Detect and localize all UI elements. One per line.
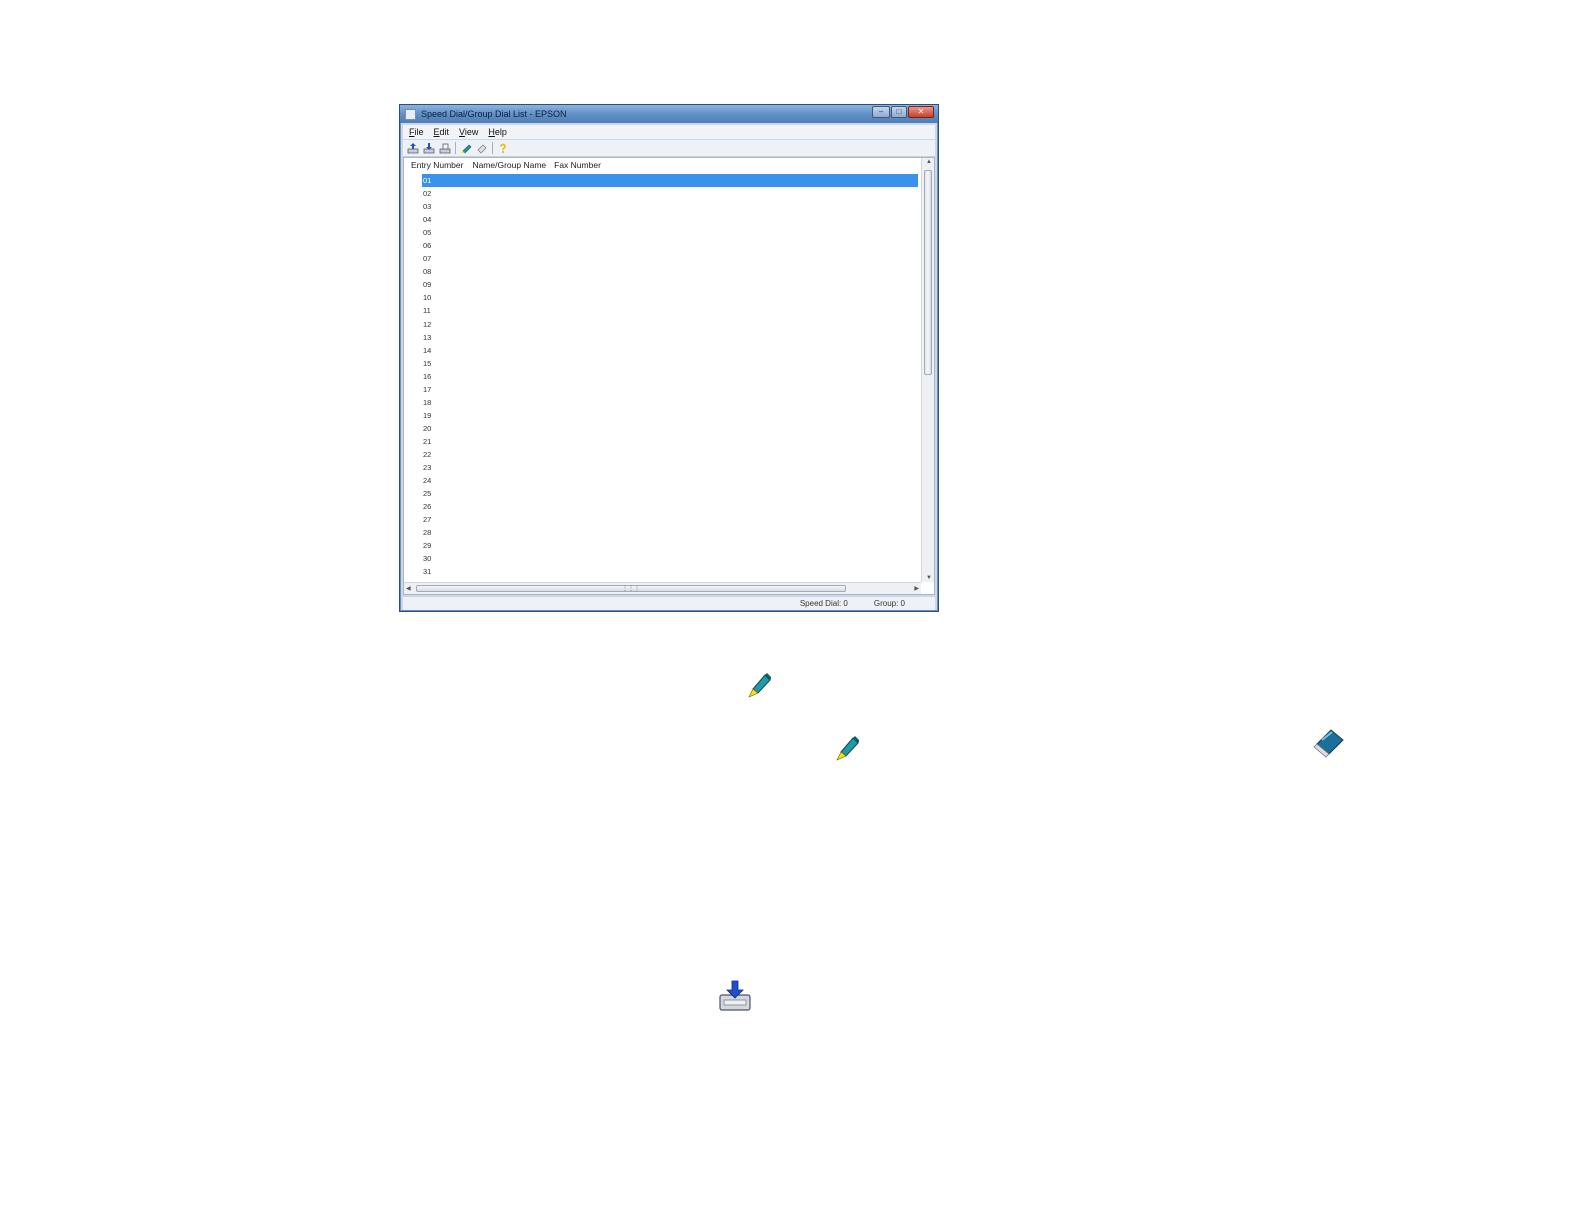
menu-help-label: elp — [494, 127, 507, 137]
horizontal-scrollbar[interactable]: ◀ ⋮⋮⋮ ▶ — [404, 582, 921, 594]
list-item[interactable]: 07 — [422, 252, 918, 265]
list-item[interactable]: 05 — [422, 226, 918, 239]
list-item[interactable]: 15 — [422, 357, 918, 370]
list-item[interactable]: 16 — [422, 370, 918, 383]
list-header: Entry Number Name/Group Name Fax Number — [404, 158, 920, 172]
window-title: Speed Dial/Group Dial List - EPSON — [421, 109, 567, 119]
tray-download-icon — [423, 142, 434, 153]
menu-view-label: iew — [464, 127, 479, 137]
vertical-scroll-thumb[interactable] — [924, 170, 932, 375]
scroll-down-arrow-icon[interactable]: ▼ — [926, 575, 932, 581]
menu-file[interactable]: File — [409, 127, 424, 137]
scroll-right-arrow-icon[interactable]: ▶ — [914, 585, 919, 592]
list-item[interactable]: 08 — [422, 265, 918, 278]
download-button[interactable] — [422, 142, 435, 154]
list-item[interactable]: 02 — [422, 187, 918, 200]
minimize-button[interactable]: – — [872, 106, 890, 118]
list-item[interactable]: 22 — [422, 448, 918, 461]
maximize-button[interactable]: □ — [891, 106, 907, 118]
horizontal-scroll-thumb[interactable]: ⋮⋮⋮ — [416, 585, 846, 592]
list-item[interactable]: 04 — [422, 213, 918, 226]
tray-download-icon — [719, 980, 751, 1011]
vertical-scrollbar[interactable]: ▲ ▼ — [921, 158, 934, 582]
list-item[interactable]: 30 — [422, 552, 918, 565]
list-item[interactable]: 03 — [422, 200, 918, 213]
help-button[interactable] — [496, 142, 509, 154]
save-button[interactable] — [438, 142, 451, 154]
upload-button[interactable] — [406, 142, 419, 154]
list-item[interactable]: 17 — [422, 383, 918, 396]
eraser-icon — [477, 144, 486, 153]
group-count: Group: 0 — [873, 599, 905, 608]
window-controls: – □ ✕ — [872, 106, 934, 118]
list-item[interactable]: 11 — [422, 304, 918, 317]
list-item[interactable]: 18 — [422, 396, 918, 409]
list-rows: 01 02 03 04 05 06 07 08 09 10 11 12 13 14 15 16 17 18 19 20… — [422, 174, 918, 578]
speed-dial-count: Speed Dial: 0 — [799, 599, 848, 608]
close-button[interactable]: ✕ — [908, 106, 934, 118]
pencil-icon — [748, 673, 771, 698]
list-item[interactable]: 28 — [422, 526, 918, 539]
list-item[interactable]: 01 — [422, 174, 918, 188]
status-bar: Speed Dial: 0 Group: 0 — [403, 597, 935, 610]
column-header-entry-number[interactable]: Entry Number — [411, 160, 463, 170]
pencil-icon — [460, 144, 471, 153]
column-header-fax-number[interactable]: Fax Number — [554, 160, 601, 170]
list-item[interactable]: 09 — [422, 278, 918, 291]
list-item[interactable]: 24 — [422, 474, 918, 487]
tray-save-icon — [439, 143, 450, 153]
column-header-name[interactable]: Name/Group Name — [472, 160, 546, 170]
dial-list[interactable]: Entry Number Name/Group Name Fax Number … — [403, 157, 935, 595]
menu-file-label: ile — [414, 127, 424, 137]
list-item[interactable]: 21 — [422, 435, 918, 448]
list-item[interactable]: 26 — [422, 500, 918, 513]
list-item[interactable]: 13 — [422, 331, 918, 344]
list-item[interactable]: 25 — [422, 487, 918, 500]
help-icon — [499, 143, 506, 153]
list-item[interactable]: 14 — [422, 344, 918, 357]
list-item[interactable]: 10 — [422, 291, 918, 304]
title-bar[interactable]: Speed Dial/Group Dial List - EPSON – □ ✕ — [400, 105, 938, 123]
list-item[interactable]: 20 — [422, 422, 918, 435]
list-item[interactable]: 06 — [422, 239, 918, 252]
scroll-up-arrow-icon[interactable]: ▲ — [926, 159, 932, 165]
toolbar — [403, 140, 935, 157]
menu-edit[interactable]: Edit — [434, 127, 450, 137]
toolbar-separator — [455, 142, 456, 154]
toolbar-separator — [492, 142, 493, 154]
list-item[interactable]: 12 — [422, 318, 918, 331]
menu-view[interactable]: View — [459, 127, 478, 137]
delete-entry-button[interactable] — [475, 142, 488, 154]
pencil-icon — [836, 736, 859, 761]
speed-dial-window: Speed Dial/Group Dial List - EPSON – □ ✕… — [399, 104, 939, 612]
list-item[interactable]: 29 — [422, 539, 918, 552]
edit-entry-button[interactable] — [459, 142, 472, 154]
menu-bar: File Edit View Help — [403, 125, 935, 139]
scroll-left-arrow-icon[interactable]: ◀ — [406, 585, 411, 592]
eraser-icon — [1313, 729, 1344, 758]
list-item[interactable]: 19 — [422, 409, 918, 422]
menu-edit-label: dit — [439, 127, 450, 137]
app-icon — [405, 108, 416, 120]
list-item[interactable]: 23 — [422, 461, 918, 474]
menu-help[interactable]: Help — [488, 127, 507, 137]
tray-upload-icon — [407, 142, 418, 153]
list-item[interactable]: 31 — [422, 565, 918, 578]
list-item[interactable]: 27 — [422, 513, 918, 526]
